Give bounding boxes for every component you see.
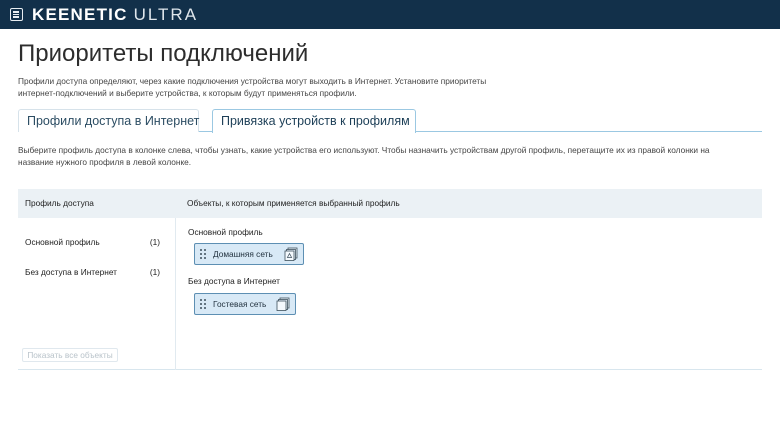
brand-logo[interactable]: KEENETIC ULTRA bbox=[32, 6, 198, 24]
intro-line-1: Профили доступа определяют, через какие … bbox=[18, 76, 487, 86]
drag-handle-icon[interactable] bbox=[200, 299, 206, 309]
brand-primary: KEENETIC bbox=[32, 5, 128, 24]
profile-name: Без доступа в Интернет bbox=[25, 267, 117, 277]
group-label-main: Основной профиль bbox=[188, 227, 263, 237]
device-chip-home-network[interactable]: Домашняя сеть bbox=[194, 243, 304, 265]
device-name: Гостевая сеть bbox=[213, 299, 267, 309]
profile-item-no-internet[interactable]: Без доступа в Интернет (1) bbox=[25, 265, 160, 279]
group-label-no-internet: Без доступа в Интернет bbox=[188, 276, 280, 286]
tab-description-line-1: Выберите профиль доступа в колонке слева… bbox=[18, 145, 710, 155]
intro-line-2: интернет-подключений и выберите устройст… bbox=[18, 88, 357, 98]
profile-count: (1) bbox=[149, 237, 160, 247]
page-title: Приоритеты подключений bbox=[18, 40, 309, 67]
column-divider bbox=[175, 218, 176, 370]
objects-column-header: Объекты, к которым применяется выбранный… bbox=[187, 198, 400, 208]
drag-handle-icon[interactable] bbox=[200, 249, 206, 259]
tab-description-line-2: название нужного профиля в левой колонке… bbox=[18, 157, 192, 167]
device-chip-guest-network[interactable]: Гостевая сеть bbox=[194, 293, 296, 315]
tab-description: Выберите профиль доступа в колонке слева… bbox=[18, 144, 768, 168]
network-segment-icon bbox=[276, 297, 290, 311]
tab-access-profiles[interactable]: Профили доступа в Интернет bbox=[18, 109, 199, 132]
network-segment-icon bbox=[284, 247, 298, 261]
tab-bar: Профили доступа в Интернет Привязка устр… bbox=[18, 109, 762, 133]
profile-count: (1) bbox=[149, 267, 160, 277]
menu-icon[interactable] bbox=[10, 8, 23, 21]
page-intro: Профили доступа определяют, через какие … bbox=[18, 75, 558, 99]
profile-name: Основной профиль bbox=[25, 237, 100, 247]
show-all-objects-button[interactable]: Показать все объекты bbox=[22, 348, 118, 362]
brand-secondary: ULTRA bbox=[133, 5, 199, 24]
tab-device-binding[interactable]: Привязка устройств к профилям bbox=[212, 109, 416, 133]
panel-header: Профиль доступа Объекты, к которым приме… bbox=[18, 189, 762, 218]
top-bar: KEENETIC ULTRA bbox=[0, 0, 780, 29]
binding-panel: Профиль доступа Объекты, к которым приме… bbox=[18, 189, 762, 370]
profile-item-main[interactable]: Основной профиль (1) bbox=[25, 235, 160, 249]
device-name: Домашняя сеть bbox=[213, 249, 273, 259]
profile-column-header: Профиль доступа bbox=[25, 198, 94, 208]
